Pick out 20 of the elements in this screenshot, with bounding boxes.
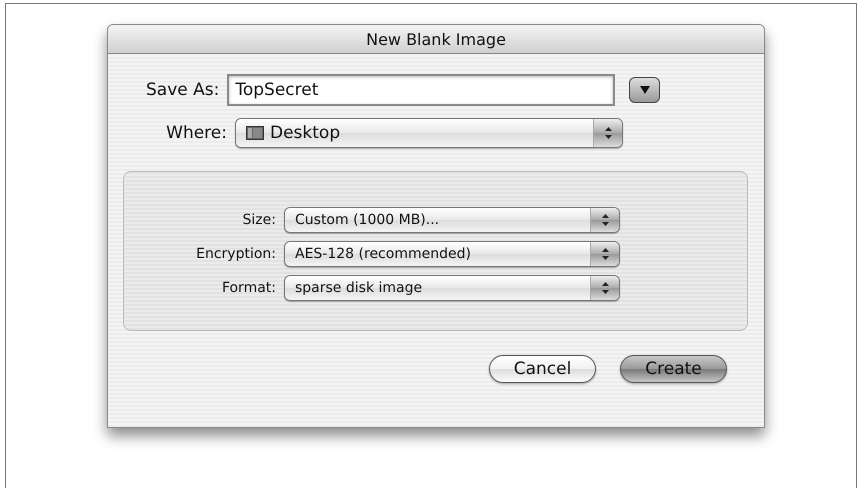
down-triangle-icon bbox=[640, 86, 650, 94]
stepper-arrows-icon bbox=[602, 282, 608, 294]
desktop-folder-icon bbox=[246, 125, 264, 141]
window-title: New Blank Image bbox=[108, 25, 764, 54]
popup-menu[interactable]: Desktop bbox=[235, 118, 623, 148]
field-label: Encryption: bbox=[195, 246, 276, 262]
disclosure-button[interactable] bbox=[629, 77, 660, 103]
field-label: Size: bbox=[242, 212, 276, 228]
stepper-arrows-icon bbox=[602, 248, 608, 260]
filename-field[interactable]: TopSecret bbox=[227, 74, 616, 106]
stepper-arrows-icon bbox=[604, 127, 612, 139]
popup-menu[interactable]: AES-128 (recommended) bbox=[284, 241, 620, 267]
field-label: Format: bbox=[220, 280, 276, 296]
popup-menu[interactable]: sparse disk image bbox=[284, 275, 620, 301]
save-as-label: Save As: bbox=[146, 80, 220, 100]
popup-menu[interactable]: Custom (1000 MB)... bbox=[284, 207, 620, 233]
stepper-arrows-icon bbox=[602, 214, 608, 226]
dialog-button[interactable]: Create bbox=[620, 355, 727, 383]
dialog-button[interactable]: Cancel bbox=[489, 355, 596, 383]
field-label: Where: bbox=[165, 123, 227, 143]
